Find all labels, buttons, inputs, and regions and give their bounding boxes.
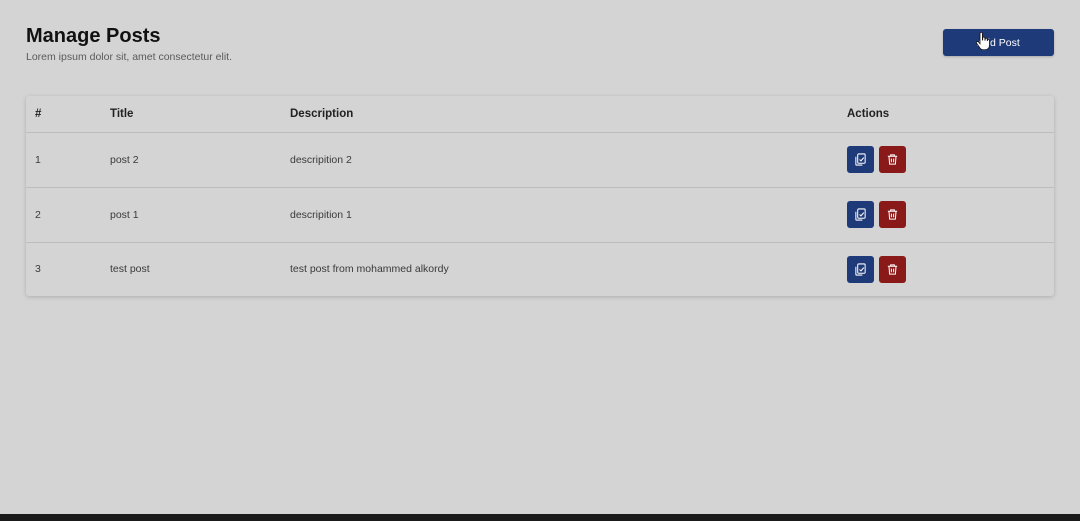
row-actions (847, 242, 906, 296)
posts-table: # Title Description Actions 1 post 2 des… (26, 96, 1054, 296)
column-header-actions: Actions (847, 108, 890, 120)
copy-edit-icon (855, 208, 866, 221)
row-title: post 2 (110, 153, 139, 166)
delete-button[interactable] (879, 201, 906, 228)
row-description: descripition 1 (290, 208, 352, 221)
row-number: 1 (35, 153, 41, 166)
page-title: Manage Posts (26, 25, 161, 47)
row-description: test post from mohammed alkordy (290, 263, 449, 275)
trash-icon (887, 154, 898, 165)
table-header-row: # Title Description Actions (26, 96, 1054, 133)
page-header: Manage Posts Lorem ipsum dolor sit, amet… (26, 24, 232, 63)
table-row: 2 post 1 descripition 1 (26, 187, 1054, 243)
trash-icon (887, 263, 898, 275)
table-row: 1 post 2 descripition 2 (26, 132, 1054, 188)
row-actions (847, 187, 906, 242)
delete-button[interactable] (879, 255, 906, 283)
row-title: test post (110, 263, 150, 275)
add-post-button[interactable]: Add Post (943, 29, 1054, 56)
row-title: post 1 (110, 208, 139, 221)
column-header-description: Description (290, 108, 354, 120)
copy-edit-icon (855, 153, 866, 166)
copy-edit-icon (855, 262, 866, 276)
table-row: 3 test post test post from mohammed alko… (26, 242, 1054, 296)
edit-button[interactable] (847, 201, 874, 228)
row-actions (847, 132, 906, 187)
trash-icon (887, 209, 898, 220)
row-description: descripition 2 (290, 153, 352, 166)
column-header-number: # (35, 108, 42, 120)
delete-button[interactable] (879, 146, 906, 173)
row-number: 3 (35, 263, 41, 275)
bottom-bar (0, 514, 1080, 521)
page: Manage Posts Lorem ipsum dolor sit, amet… (0, 0, 1080, 514)
row-number: 2 (35, 208, 41, 221)
column-header-title: Title (110, 108, 134, 120)
edit-button[interactable] (847, 146, 874, 173)
edit-button[interactable] (847, 255, 874, 283)
page-subtitle: Lorem ipsum dolor sit, amet consectetur … (26, 51, 233, 63)
